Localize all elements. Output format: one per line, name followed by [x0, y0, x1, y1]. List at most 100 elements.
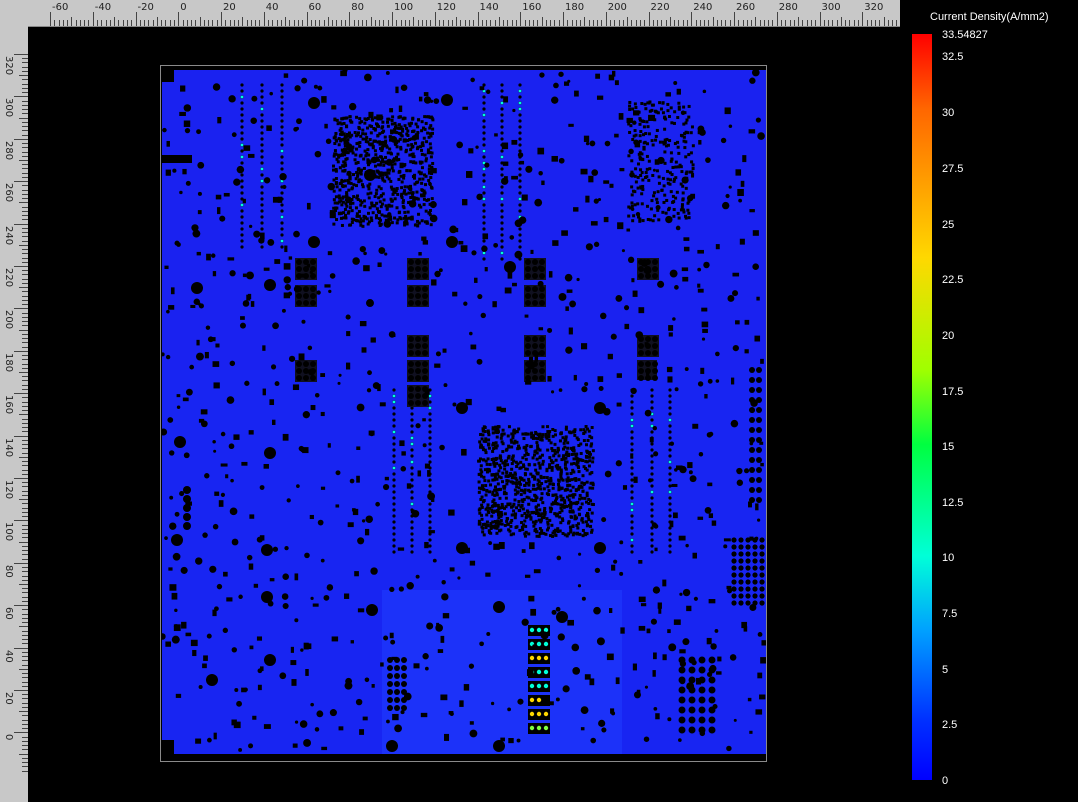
via-hole-icon: [196, 129, 202, 135]
via-hole-icon: [162, 127, 167, 133]
bga-array-icon: [578, 532, 582, 536]
x-ruler-minor-tick: [105, 20, 107, 26]
bga-array-icon: [639, 168, 643, 172]
via-hole-icon: [392, 538, 396, 542]
bga-array-icon: [487, 529, 491, 533]
x-ruler-minor-tick: [828, 20, 830, 26]
bga-array-icon: [514, 460, 518, 464]
x-ruler-minor-tick: [148, 20, 150, 26]
via-hole-icon: [240, 191, 244, 195]
board-features: [159, 67, 767, 754]
pad-icon: [502, 161, 509, 166]
via-hole-icon: [482, 107, 486, 111]
pcb-current-density-map[interactable]: [159, 67, 767, 754]
via-hole-icon: [738, 198, 743, 203]
bga-array-icon: [359, 134, 363, 138]
via-hole-icon: [657, 156, 665, 165]
via-hole-icon: [630, 460, 634, 464]
bga-array-icon: [337, 194, 341, 198]
bga-array-icon: [414, 161, 418, 165]
pad-icon: [755, 709, 763, 715]
bga-array-icon: [496, 482, 500, 486]
bga-array-icon: [395, 145, 399, 149]
bga-array-icon: [524, 530, 528, 534]
pad-icon: [573, 207, 579, 212]
bga-array-icon: [572, 449, 576, 453]
bga-array-icon: [347, 131, 351, 135]
via-hole-icon: [260, 221, 264, 225]
via-hole-icon: [240, 161, 244, 165]
via-hole-icon: [630, 472, 634, 476]
bga-array-icon: [542, 475, 546, 479]
via-hole-icon: [167, 417, 174, 423]
pad-icon: [176, 394, 181, 398]
bga-array-icon: [496, 510, 500, 514]
pad-icon: [498, 541, 505, 549]
via-hole-icon: [525, 286, 531, 292]
via-hole-icon: [512, 108, 516, 113]
bga-array-icon: [687, 216, 691, 220]
bga-array-icon: [646, 101, 650, 105]
pad-icon: [485, 572, 491, 577]
via-hole-icon: [428, 424, 432, 428]
bga-array-icon: [412, 129, 416, 133]
x-ruler-minor-tick: [84, 20, 86, 26]
bga-array-icon: [332, 206, 336, 210]
via-hole-icon: [433, 98, 440, 105]
bga-array-icon: [675, 190, 679, 194]
pad-icon: [692, 552, 697, 559]
pad-icon: [250, 301, 255, 307]
via-hole-icon: [296, 259, 302, 265]
pad-icon: [568, 123, 574, 127]
via-hole-icon: [652, 375, 658, 381]
pad-icon: [466, 171, 473, 178]
hotspot: [630, 418, 634, 422]
bga-array-icon: [503, 467, 507, 471]
bga-array-icon: [393, 130, 397, 134]
via-hole-icon: [240, 137, 244, 141]
bga-array-icon: [584, 425, 588, 429]
via-hole-icon: [280, 83, 284, 87]
pad-icon: [225, 474, 229, 479]
via-hole-icon: [392, 412, 396, 416]
bga-array-icon: [655, 169, 659, 173]
bga-array-icon: [670, 173, 674, 177]
x-ruler-minor-tick: [233, 20, 235, 26]
bga-array-icon: [515, 525, 519, 529]
x-ruler-minor-tick: [716, 20, 718, 26]
pad-icon: [260, 666, 264, 672]
bga-array-icon: [495, 477, 499, 481]
bga-array-icon: [337, 153, 341, 157]
via-hole-icon: [294, 720, 299, 724]
via-hole-icon: [517, 698, 524, 705]
via-hole-icon: [652, 168, 656, 172]
bga-array-icon: [638, 118, 642, 122]
pad-icon: [530, 249, 534, 254]
via-hole-icon: [240, 101, 244, 105]
hotspot: [529, 655, 535, 661]
bga-array-icon: [531, 487, 535, 491]
via-hole-icon: [757, 631, 763, 637]
via-hole-icon: [630, 466, 634, 470]
via-hole-icon: [500, 83, 504, 87]
pad-icon: [197, 210, 202, 215]
via-hole-icon: [197, 191, 202, 196]
bga-array-icon: [589, 499, 593, 503]
pad-icon: [427, 470, 431, 477]
pad-icon: [389, 632, 394, 639]
via-hole-icon: [749, 437, 755, 443]
bga-array-icon: [496, 503, 500, 507]
bga-array-icon: [655, 128, 659, 132]
bga-array-icon: [393, 162, 397, 166]
via-hole-icon: [388, 331, 396, 338]
x-ruler-minor-tick: [173, 20, 175, 26]
via-hole-icon: [288, 355, 296, 362]
bga-array-icon: [477, 480, 481, 484]
pad-icon: [760, 657, 767, 664]
via-hole-icon: [335, 470, 341, 476]
bga-array-icon: [407, 191, 411, 195]
pad-icon: [744, 319, 750, 325]
via-hole-icon: [280, 167, 284, 171]
bga-array-icon: [337, 137, 341, 141]
via-hole-icon: [668, 532, 672, 536]
